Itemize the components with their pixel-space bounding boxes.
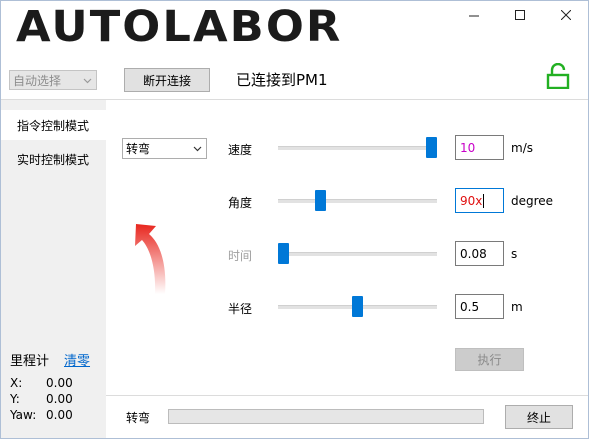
execute-button-label: 执行: [477, 353, 502, 367]
footer-status-label: 转弯: [126, 411, 151, 425]
close-button[interactable]: [543, 0, 589, 30]
chevron-down-icon: [83, 78, 92, 84]
command-select[interactable]: 转弯: [122, 138, 207, 159]
progress-bar: [168, 409, 484, 424]
disconnect-button-label: 断开连接: [142, 73, 191, 88]
speed-input-value: 10: [460, 140, 476, 155]
sidebar-item-realtime-mode[interactable]: 实时控制模式: [0, 144, 106, 174]
stop-button[interactable]: 终止: [505, 405, 573, 429]
odometer-y-value: 0.00: [46, 392, 73, 406]
speed-slider-thumb[interactable]: [426, 137, 437, 158]
execute-button[interactable]: 执行: [455, 348, 524, 371]
connection-status: 已连接到PM1: [236, 71, 328, 89]
sidebar: 指令控制模式 实时控制模式 里程计 清零 X: 0.00 Y: 0.00 Yaw…: [0, 100, 106, 439]
time-label: 时间: [228, 249, 253, 263]
angle-slider-thumb[interactable]: [315, 190, 326, 211]
time-unit: s: [511, 247, 518, 261]
odometer-y-label: Y:: [10, 392, 20, 406]
angle-unit: degree: [511, 194, 554, 208]
radius-label: 半径: [228, 302, 253, 316]
radius-unit: m: [511, 300, 523, 314]
minimize-icon: [469, 15, 479, 17]
time-input-value: 0.08: [460, 246, 487, 261]
disconnect-button[interactable]: 断开连接: [124, 68, 210, 92]
radius-slider-thumb[interactable]: [352, 296, 363, 317]
minimize-button[interactable]: [451, 0, 497, 30]
app-logo: AUTOLABOR: [16, 2, 343, 52]
speed-slider-track[interactable]: [278, 146, 437, 151]
hint-arrow-icon: [135, 224, 166, 294]
chevron-down-icon: [193, 146, 202, 152]
time-slider-track[interactable]: [278, 252, 437, 257]
time-slider-thumb[interactable]: [278, 243, 289, 264]
command-select-value: 转弯: [126, 142, 151, 156]
speed-input[interactable]: 10: [455, 135, 504, 160]
text-cursor: [483, 193, 485, 208]
sidebar-item-label: 实时控制模式: [16, 152, 89, 167]
angle-label: 角度: [228, 196, 253, 210]
angle-input[interactable]: 90x: [455, 188, 504, 213]
odometer-title: 里程计: [10, 354, 50, 369]
angle-input-value: 90x: [460, 193, 483, 208]
speed-label: 速度: [228, 143, 253, 157]
speed-unit: m/s: [511, 141, 533, 155]
odometer-yaw-label: Yaw:: [10, 408, 37, 422]
clear-odometer-link[interactable]: 清零: [64, 350, 90, 369]
radius-input[interactable]: 0.5: [455, 294, 504, 319]
sidebar-item-command-mode[interactable]: 指令控制模式: [0, 110, 106, 140]
radius-input-value: 0.5: [460, 299, 480, 314]
odometer-x-label: X:: [10, 376, 23, 390]
odometer-yaw-value: 0.00: [46, 408, 73, 422]
time-input[interactable]: 0.08: [455, 241, 504, 266]
angle-slider-track[interactable]: [278, 199, 437, 204]
port-select[interactable]: 自动选择: [9, 70, 97, 90]
stop-button-label: 终止: [526, 410, 551, 425]
footer-divider: [106, 395, 589, 396]
maximize-icon: [515, 10, 525, 20]
port-select-value: 自动选择: [13, 73, 62, 88]
maximize-button[interactable]: [497, 0, 543, 30]
sidebar-item-label: 指令控制模式: [16, 118, 89, 133]
close-icon: [561, 10, 571, 20]
unlock-icon: [546, 62, 570, 92]
odometer-x-value: 0.00: [46, 376, 73, 390]
